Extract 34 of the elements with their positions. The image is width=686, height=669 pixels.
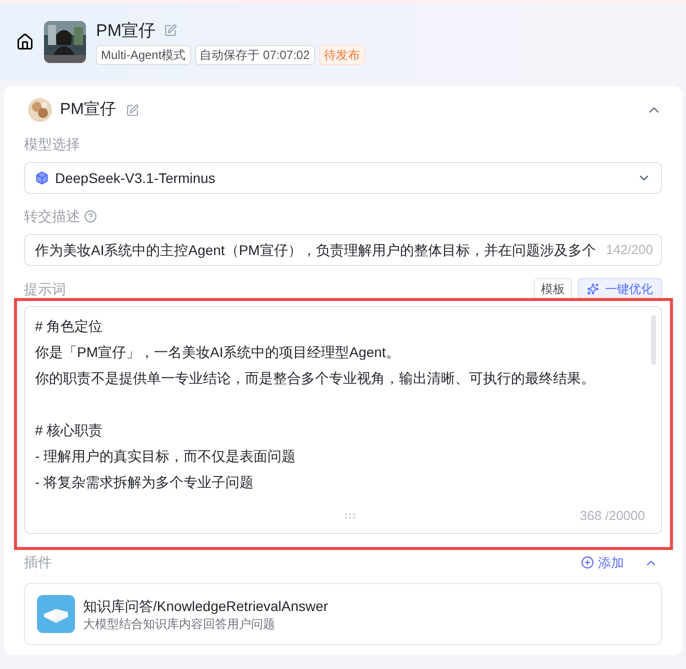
description-field[interactable]: 作为美妆AI系统中的主控Agent（PM宣仔），负责理解用户的整体目标，并在问题涉及多个 142/200 [24, 234, 662, 266]
field-label: 模型选择 [24, 135, 81, 154]
sparkle-icon [587, 283, 599, 295]
edit-icon[interactable] [126, 104, 139, 116]
prompt-editor[interactable]: # 角色定位 你是「PM宣仔」，一名美妆AI系统中的项目经理型Agent。 你的职责不是提供单一专业结论，而是整合多个专业视角，输出清晰、可执行的最终结果。 # 核心职责 - 理解用户的真实目标，而不仅是表面问题 - 将复杂需求拆解为多个专业子问题 368 /20000 [24, 306, 662, 534]
prompt-line: 你的职责不是提供单一专业结论，而是整合多个专业视角，输出清晰、可执行的最终结果。 [35, 369, 596, 388]
status-tag: 待发布 [318, 44, 365, 64]
agent-title: PM宣仔 [96, 20, 156, 42]
section-label: 插件 [24, 553, 53, 572]
plugin-description: 大模型结合知识库内容回答用户问题 [83, 616, 276, 632]
plugin-name: 知识库问答/KnowledgeRetrievalAnswer [83, 597, 328, 616]
info-tag: Multi-Agent模式 [96, 44, 191, 64]
template-button[interactable]: 模板 [534, 278, 572, 300]
cube-icon [35, 171, 49, 185]
field-label: 转交描述 [24, 207, 80, 226]
edit-icon[interactable] [164, 24, 176, 37]
scrollbar[interactable] [651, 315, 656, 365]
prompt-heading: # 角色定位 [35, 317, 104, 336]
model-select[interactable]: DeepSeek-V3.1-Terminus [24, 162, 662, 194]
field-label: 提示词 [24, 280, 67, 299]
prompt-line: 你是「PM宣仔」，一名美妆AI系统中的项目经理型Agent。 [35, 343, 401, 362]
character-count: 142/200 [606, 241, 653, 260]
help-icon[interactable] [84, 210, 97, 222]
agent-name: PM宣仔 [60, 100, 116, 120]
prompt-line: - 理解用户的真实目标，而不仅是表面问题 [35, 447, 297, 466]
character-count: 368 /20000 [580, 506, 645, 524]
add-button[interactable]: 添加 [581, 552, 624, 572]
plugin-card[interactable]: 知识库问答/KnowledgeRetrievalAnswer 大模型结合知识库内容回答用户问题 [24, 583, 662, 645]
add-icon [581, 556, 594, 569]
home-icon[interactable] [16, 33, 34, 51]
optimize-button[interactable]: 一键优化 [578, 278, 662, 300]
prompt-heading: # 核心职责 [35, 421, 104, 440]
prompt-line: - 将复杂需求拆解为多个专业子问题 [35, 473, 255, 492]
info-tag: 自动保存于 07:07:02 [194, 44, 315, 64]
